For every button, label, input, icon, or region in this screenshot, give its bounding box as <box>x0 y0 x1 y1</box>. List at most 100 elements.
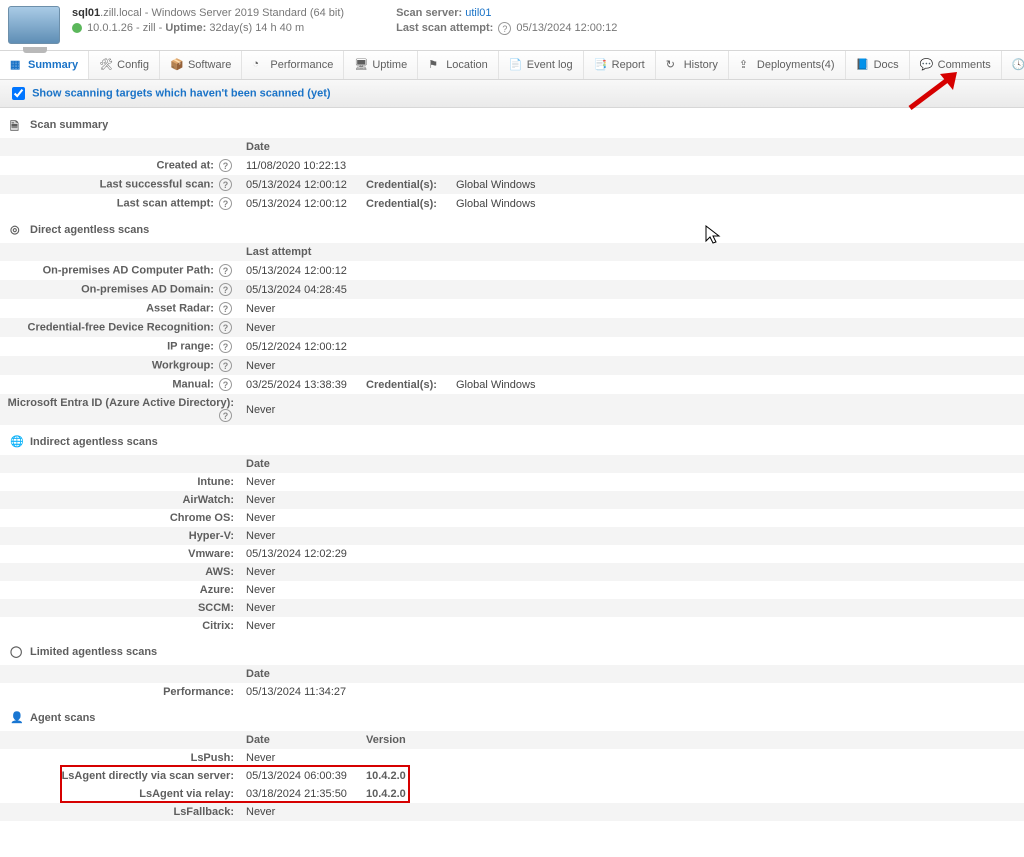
tab-config[interactable]: 🛠Config <box>89 51 160 79</box>
row-label: Asset Radar: ? <box>0 299 240 318</box>
table-row: LsAgent directly via scan server: 05/13/… <box>0 767 1024 785</box>
row-label: LsFallback: <box>0 803 240 821</box>
help-icon[interactable]: ? <box>219 321 232 334</box>
cred-value <box>450 318 1024 337</box>
cred-value: Global Windows <box>450 194 1024 213</box>
tab-eventlog[interactable]: 📄Event log <box>499 51 584 79</box>
row-label: Created at: ? <box>0 156 240 175</box>
row-label: LsPush: <box>0 749 240 767</box>
row-date: Never <box>240 749 360 767</box>
clock-icon: 🕓 <box>1012 58 1024 72</box>
row-label: On-premises AD Computer Path: ? <box>0 261 240 280</box>
row-date: Never <box>240 803 360 821</box>
box-icon: 📦 <box>170 58 184 72</box>
table-row: Microsoft Entra ID (Azure Active Directo… <box>0 394 1024 425</box>
row-date: 05/13/2024 04:28:45 <box>240 280 360 299</box>
row-date: Never <box>240 563 360 581</box>
help-icon[interactable]: ? <box>219 359 232 372</box>
row-label: LsAgent directly via scan server: <box>0 767 240 785</box>
tab-deployments[interactable]: ⇪Deployments(4) <box>729 51 846 79</box>
last-attempt-value: 05/13/2024 12:00:12 <box>516 22 617 34</box>
tab-performance[interactable]: ◔Performance <box>242 51 344 79</box>
row-label: LsAgent via relay: <box>0 785 240 803</box>
help-icon[interactable]: ? <box>219 409 232 422</box>
help-icon[interactable]: ? <box>498 22 511 35</box>
cred-value <box>450 394 1024 425</box>
row-label: On-premises AD Domain: ? <box>0 280 240 299</box>
ip: 10.0.1.26 - zill - <box>87 22 165 34</box>
row-date: 05/12/2024 12:00:12 <box>240 337 360 356</box>
report-icon: 📑 <box>594 58 608 72</box>
tab-summary[interactable]: ▦Summary <box>0 51 89 79</box>
section-indirect: 🌐 Indirect agentless scans <box>0 425 1024 455</box>
cred-value: Global Windows <box>450 175 1024 194</box>
cred-label: Credential(s): <box>360 194 450 213</box>
wrench-icon: 🛠 <box>99 58 113 72</box>
row-label: Chrome OS: <box>0 509 240 527</box>
row-date: Never <box>240 318 360 337</box>
tab-history[interactable]: ↻History <box>656 51 729 79</box>
cred-value <box>450 156 1024 175</box>
cred-label <box>360 394 450 425</box>
globe-icon: 🌐 <box>10 435 24 449</box>
row-date: Never <box>240 356 360 375</box>
comment-icon: 💬 <box>920 58 934 72</box>
cred-value <box>450 337 1024 356</box>
table-row: AirWatch: Never <box>0 491 1024 509</box>
computer-icon <box>8 6 60 44</box>
cred-label <box>360 337 450 356</box>
help-icon[interactable]: ? <box>219 378 232 391</box>
cred-value <box>450 261 1024 280</box>
scan-server-link[interactable]: util01 <box>465 7 491 19</box>
section-limited: ◯ Limited agentless scans <box>0 635 1024 665</box>
help-icon[interactable]: ? <box>219 197 232 210</box>
table-row: LsPush: Never <box>0 749 1024 767</box>
row-label: IP range: ? <box>0 337 240 356</box>
flag-icon: ⚑ <box>428 58 442 72</box>
show-unscanned-label[interactable]: Show scanning targets which haven't been… <box>32 87 330 99</box>
row-label: Hyper-V: <box>0 527 240 545</box>
row-date: 05/13/2024 12:00:12 <box>240 175 360 194</box>
table-row: Manual: ?03/25/2024 13:38:39Credential(s… <box>0 375 1024 394</box>
row-date: Never <box>240 581 360 599</box>
version-value <box>360 803 450 821</box>
hostname: sql01 <box>72 7 100 19</box>
uptime: 32day(s) 14 h 40 m <box>206 22 304 34</box>
row-label: Performance: <box>0 683 240 701</box>
help-icon[interactable]: ? <box>219 264 232 277</box>
tab-report[interactable]: 📑Report <box>584 51 656 79</box>
table-row: Workgroup: ?Never <box>0 356 1024 375</box>
row-label: Last scan attempt: ? <box>0 194 240 213</box>
help-icon[interactable]: ? <box>219 178 232 191</box>
row-label: Credential-free Device Recognition: ? <box>0 318 240 337</box>
row-date: 05/13/2024 06:00:39 <box>240 767 360 785</box>
show-unscanned-checkbox[interactable] <box>12 87 25 100</box>
agent-icon: 👤 <box>10 711 24 725</box>
help-icon[interactable]: ? <box>219 159 232 172</box>
table-row: Credential-free Device Recognition: ?Nev… <box>0 318 1024 337</box>
status-dot-icon <box>72 23 82 33</box>
row-label: AWS: <box>0 563 240 581</box>
row-date: Never <box>240 491 360 509</box>
row-date: Never <box>240 617 360 635</box>
log-icon: 📄 <box>509 58 523 72</box>
row-label: Citrix: <box>0 617 240 635</box>
help-icon[interactable]: ? <box>219 283 232 296</box>
monitor-icon: 🖥 <box>354 58 368 72</box>
version-value: 10.4.2.0 <box>360 767 450 785</box>
tab-location[interactable]: ⚑Location <box>418 51 499 79</box>
version-value <box>360 749 450 767</box>
table-row: Citrix: Never <box>0 617 1024 635</box>
tab-docs[interactable]: 📘Docs <box>846 51 910 79</box>
tab-comments[interactable]: 💬Comments <box>910 51 1002 79</box>
help-icon[interactable]: ? <box>219 340 232 353</box>
cred-value <box>450 356 1024 375</box>
scan-summary-table: Date Created at: ?11/08/2020 10:22:13Las… <box>0 138 1024 213</box>
tab-scan-time[interactable]: 🕓Scan time <box>1002 51 1024 79</box>
tab-software[interactable]: 📦Software <box>160 51 242 79</box>
row-label: Last successful scan: ? <box>0 175 240 194</box>
table-row: IP range: ?05/12/2024 12:00:12 <box>0 337 1024 356</box>
help-icon[interactable]: ? <box>219 302 232 315</box>
tab-uptime[interactable]: 🖥Uptime <box>344 51 418 79</box>
row-date: 03/25/2024 13:38:39 <box>240 375 360 394</box>
